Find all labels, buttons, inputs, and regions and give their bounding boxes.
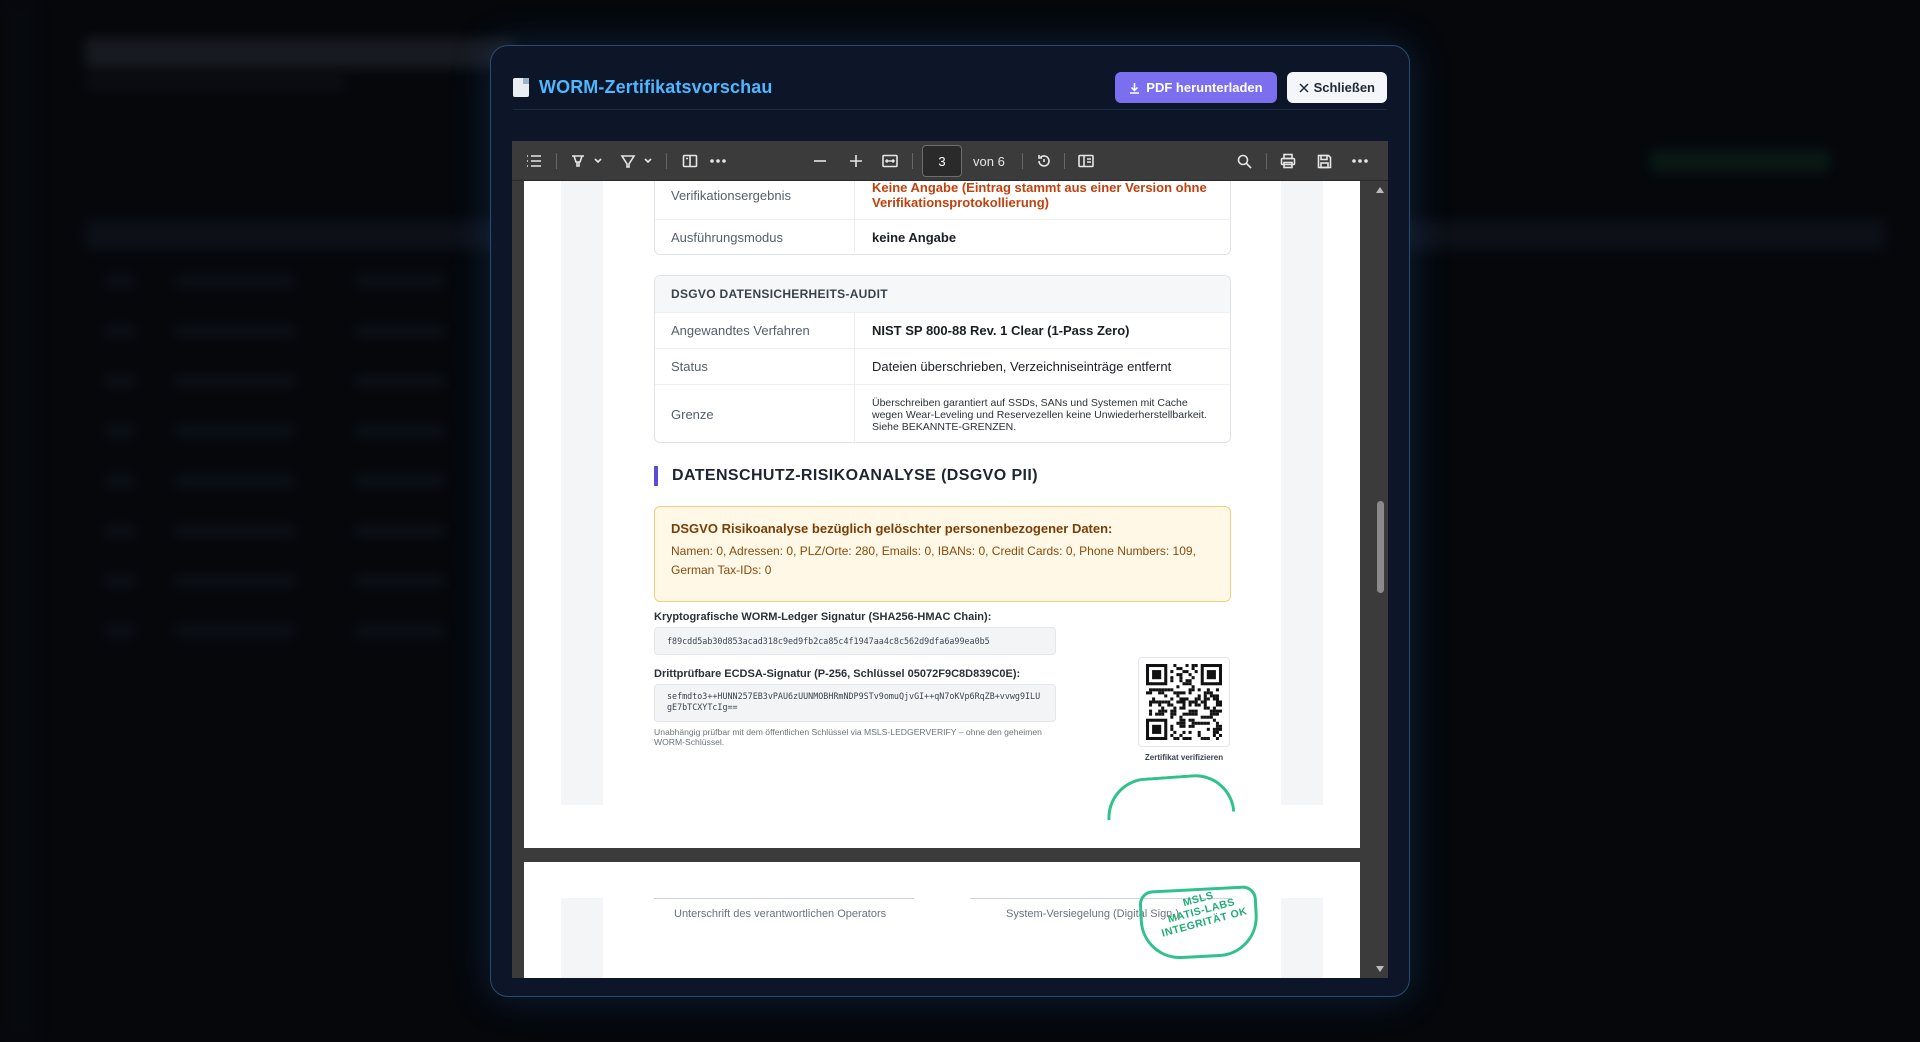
ledger-signature-label: Kryptografische WORM-Ledger Signatur (SH… bbox=[654, 611, 992, 623]
row-label: Angewandtes Verfahren bbox=[655, 313, 855, 348]
table-row: Angewandtes Verfahren NIST SP 800-88 Rev… bbox=[655, 312, 1230, 348]
dsgvo-audit-card: DSGVO DATENSICHERHEITS-AUDIT Angewandtes… bbox=[654, 275, 1231, 444]
modal-title-wrap: WORM-Zertifikatsvorschau bbox=[513, 77, 772, 98]
pdf-toolbar: 3 von 6 bbox=[512, 141, 1388, 181]
modal-title: WORM-Zertifikatsvorschau bbox=[539, 77, 773, 97]
more-options-icon[interactable] bbox=[1348, 141, 1372, 181]
qr-caption: Zertifikat verifizieren bbox=[1144, 753, 1224, 762]
pdf-scroll-area[interactable]: Verifikationsergebnis Keine Angabe (Eint… bbox=[512, 181, 1388, 978]
chevron-down-icon[interactable] bbox=[642, 141, 654, 181]
download-pdf-label: PDF herunterladen bbox=[1146, 80, 1263, 95]
save-icon[interactable] bbox=[1312, 141, 1336, 181]
toolbar-separator bbox=[912, 153, 913, 169]
highlight-icon[interactable] bbox=[566, 141, 590, 181]
download-icon bbox=[1130, 82, 1140, 94]
more-tools-icon[interactable] bbox=[706, 141, 730, 181]
background-title bbox=[85, 38, 515, 68]
risk-section-title: DATENSCHUTZ-RISIKOANALYSE (DSGVO PII) bbox=[654, 466, 1231, 486]
modal-actions: PDF herunterladen Schließen bbox=[1115, 72, 1387, 103]
page-number-input[interactable]: 3 bbox=[922, 145, 962, 177]
execution-table: Verifikationsergebnis Keine Angabe (Eint… bbox=[654, 181, 1231, 255]
row-label: Status bbox=[655, 349, 855, 384]
risk-warning-box: DSGVO Risikoanalyse bezüglich gelöschter… bbox=[654, 506, 1231, 602]
verification-note: Unabhängig prüfbar mit dem öffentlichen … bbox=[654, 727, 1042, 747]
page-side-band bbox=[561, 181, 603, 805]
row-value: Keine Angabe (Eintrag stammt aus einer V… bbox=[872, 181, 1207, 210]
row-value: Dateien überschrieben, Verzeichniseinträ… bbox=[872, 359, 1172, 374]
row-value: Überschreiben garantiert auf SSDs, SANs … bbox=[872, 396, 1207, 433]
zoom-out-icon[interactable] bbox=[808, 141, 832, 181]
close-button[interactable]: Schließen bbox=[1286, 72, 1387, 103]
toolbar-separator bbox=[1064, 153, 1065, 169]
operator-signature-caption: Unterschrift des verantwortlichen Operat… bbox=[674, 908, 887, 920]
integrity-stamp: MSLS MATIS-LABS INTEGRITÄT OK bbox=[1138, 884, 1260, 962]
background-action-button bbox=[1650, 150, 1830, 172]
rotate-icon[interactable] bbox=[1032, 141, 1056, 181]
risk-box-text: Namen: 0, Adressen: 0, PLZ/Orte: 280, Em… bbox=[671, 544, 1196, 577]
pdf-page: Unterschrift des verantwortlichen Operat… bbox=[524, 862, 1360, 978]
page-view-icon[interactable] bbox=[1074, 141, 1098, 181]
scroll-down-arrow-icon[interactable] bbox=[1376, 966, 1384, 972]
background-sidebar bbox=[0, 0, 36, 1042]
close-icon bbox=[1299, 82, 1309, 93]
row-value: keine Angabe bbox=[872, 230, 957, 245]
qr-code-graphic bbox=[1146, 664, 1222, 740]
toolbar-separator bbox=[666, 153, 667, 169]
table-row: Ausführungsmodus keine Angabe bbox=[655, 219, 1230, 255]
scrollbar-thumb[interactable] bbox=[1377, 501, 1384, 593]
print-icon[interactable] bbox=[1276, 141, 1300, 181]
document-icon bbox=[513, 78, 529, 97]
toolbar-separator bbox=[556, 153, 557, 169]
table-row: Verifikationsergebnis Keine Angabe (Eint… bbox=[655, 181, 1230, 219]
ecdsa-signature-label: Drittprüfbare ECDSA-Signatur (P-256, Sch… bbox=[654, 668, 1021, 680]
ledger-hash: f89cdd5ab30d853acad318c9ed9fb2ca85c4f194… bbox=[654, 627, 1056, 655]
certificate-preview-modal: WORM-Zertifikatsvorschau PDF herunterlad… bbox=[490, 45, 1410, 997]
fit-width-icon[interactable] bbox=[878, 141, 902, 181]
draw-icon[interactable] bbox=[616, 141, 640, 181]
card-heading: DSGVO DATENSICHERHEITS-AUDIT bbox=[655, 276, 1230, 312]
page-content: Verifikationsergebnis Keine Angabe (Eint… bbox=[654, 181, 1236, 821]
download-pdf-button[interactable]: PDF herunterladen bbox=[1115, 72, 1277, 103]
close-label: Schließen bbox=[1313, 80, 1375, 95]
row-label: Grenze bbox=[655, 385, 855, 444]
table-row: Grenze Überschreiben garantiert auf SSDs… bbox=[655, 384, 1230, 444]
page-side-band bbox=[561, 898, 603, 978]
operator-signature-line bbox=[654, 898, 914, 899]
search-icon[interactable] bbox=[1232, 141, 1256, 181]
page-side-band bbox=[1281, 898, 1323, 978]
table-row: Status Dateien überschrieben, Verzeichni… bbox=[655, 348, 1230, 384]
toolbar-separator bbox=[1266, 153, 1267, 169]
zoom-in-icon[interactable] bbox=[844, 141, 868, 181]
toolbar-separator bbox=[1022, 153, 1023, 169]
seal-stamp-partial bbox=[1104, 771, 1236, 821]
stamp-text: MSLS MATIS-LABS INTEGRITÄT OK bbox=[1144, 885, 1260, 943]
qr-code[interactable] bbox=[1138, 657, 1230, 747]
row-label: Verifikationsergebnis bbox=[655, 181, 855, 219]
chevron-down-icon[interactable] bbox=[592, 141, 604, 181]
ecdsa-signature: sefmdto3++HUNN257EB3vPAU6zUUNMOBHRmNDP9S… bbox=[654, 684, 1056, 722]
row-value: NIST SP 800-88 Rev. 1 Clear (1-Pass Zero… bbox=[872, 323, 1130, 338]
risk-box-title: DSGVO Risikoanalyse bezüglich gelöschter… bbox=[671, 521, 1113, 536]
row-label: Ausführungsmodus bbox=[655, 220, 855, 255]
vertical-scrollbar[interactable] bbox=[1372, 181, 1388, 978]
page-side-band bbox=[1281, 181, 1323, 805]
page-count: von 6 bbox=[973, 153, 1005, 169]
table-of-contents-icon[interactable] bbox=[522, 141, 546, 181]
pdf-viewer: 3 von 6 Verifikationsergebnis Keine Anga… bbox=[512, 141, 1388, 978]
pdf-page: Verifikationsergebnis Keine Angabe (Eint… bbox=[524, 181, 1360, 848]
modal-header: WORM-Zertifikatsvorschau PDF herunterlad… bbox=[513, 66, 1387, 110]
background-subtitle bbox=[85, 78, 345, 88]
scroll-up-arrow-icon[interactable] bbox=[1376, 187, 1384, 193]
text-icon[interactable] bbox=[678, 141, 702, 181]
